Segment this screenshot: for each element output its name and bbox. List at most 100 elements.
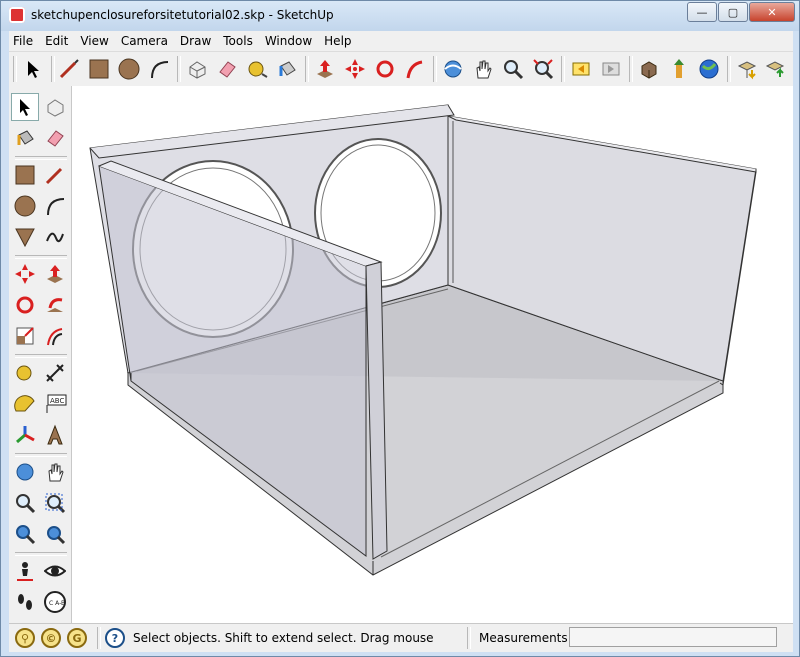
rotate-icon: [16, 296, 34, 314]
walk-tool-button[interactable]: [11, 588, 39, 616]
menu-tools[interactable]: Tools: [217, 34, 259, 48]
zoom-extents-icon: [47, 526, 66, 545]
pan-tool-button[interactable]: [41, 458, 69, 486]
arc-tool-button[interactable]: [145, 55, 173, 83]
look-around-button[interactable]: [41, 557, 69, 585]
make-component-button[interactable]: [183, 55, 211, 83]
offset-icon: [47, 328, 63, 346]
polygon-tool-button[interactable]: [11, 223, 39, 251]
paint-bucket-button[interactable]: [273, 55, 301, 83]
make-component-button[interactable]: [41, 93, 69, 121]
rectangle-tool-button[interactable]: [85, 55, 113, 83]
eraser-tool-button[interactable]: [41, 124, 69, 152]
previous-view-icon: [16, 525, 36, 545]
measurements-field[interactable]: [569, 627, 777, 647]
toolbar-separator: [15, 354, 67, 358]
scale-tool-button[interactable]: [11, 322, 39, 350]
close-button[interactable]: ✕: [749, 2, 795, 22]
orbit-tool-button[interactable]: [11, 458, 39, 486]
freehand-tool-button[interactable]: [41, 223, 69, 251]
sketchup-logo-icon: [9, 7, 25, 23]
toolbar-separator: [15, 255, 67, 259]
share-model-button[interactable]: [665, 55, 693, 83]
sign-in-icon[interactable]: G: [67, 628, 87, 648]
zoom-tool-button[interactable]: [11, 489, 39, 517]
get-models-button[interactable]: [635, 55, 663, 83]
toolbar-separator: [305, 56, 309, 82]
rectangle-tool-button[interactable]: [11, 161, 39, 189]
menu-help[interactable]: Help: [318, 34, 357, 48]
rotate-tool-button[interactable]: [371, 55, 399, 83]
protractor-tool-button[interactable]: [11, 390, 39, 418]
offset-tool-button[interactable]: [41, 322, 69, 350]
title-bar[interactable]: sketchupenclosureforsitetutorial02.skp -…: [1, 1, 799, 31]
circle-tool-button[interactable]: [115, 55, 143, 83]
menu-edit[interactable]: Edit: [39, 34, 74, 48]
circle-tool-button[interactable]: [11, 192, 39, 220]
paint-bucket-button[interactable]: [11, 124, 39, 152]
minimize-button[interactable]: —: [687, 2, 717, 22]
pan-tool-button[interactable]: [469, 55, 497, 83]
previous-view-icon: [572, 62, 590, 76]
tape-measure-icon: [248, 61, 268, 78]
status-separator: [97, 627, 101, 649]
push-pull-button[interactable]: [311, 55, 339, 83]
menu-camera[interactable]: Camera: [115, 34, 174, 48]
zoom-tool-button[interactable]: [499, 55, 527, 83]
push-pull-icon: [47, 265, 63, 283]
toolbar-separator: [15, 552, 67, 556]
zoom-extents-button[interactable]: [529, 55, 557, 83]
zoom-extents-button[interactable]: [41, 520, 69, 548]
position-camera-button[interactable]: [11, 557, 39, 585]
rotate-tool-button[interactable]: [11, 291, 39, 319]
menu-window[interactable]: Window: [259, 34, 318, 48]
line-tool-button[interactable]: [55, 55, 83, 83]
menu-view[interactable]: View: [74, 34, 114, 48]
follow-me-icon: [47, 298, 63, 312]
zoom-window-button[interactable]: [41, 489, 69, 517]
eraser-tool-button[interactable]: [213, 55, 241, 83]
application-window: sketchupenclosureforsitetutorial02.skp -…: [0, 0, 800, 657]
select-tool-button[interactable]: [19, 55, 47, 83]
dimension-tool-button[interactable]: [41, 359, 69, 387]
export-button[interactable]: [761, 55, 789, 83]
previous-view-button[interactable]: [11, 520, 39, 548]
menu-file[interactable]: File: [9, 34, 39, 48]
move-tool-button[interactable]: [11, 260, 39, 288]
next-view-button[interactable]: [597, 55, 625, 83]
maximize-button[interactable]: ▢: [718, 2, 748, 22]
zoom-extents-icon: [533, 59, 554, 80]
line-tool-button[interactable]: [41, 161, 69, 189]
make-component-icon: [47, 99, 64, 117]
arc-tool-button[interactable]: [41, 192, 69, 220]
previous-view-button[interactable]: [567, 55, 595, 83]
measurements-label: Measurements: [479, 631, 568, 645]
google-earth-button[interactable]: [695, 55, 723, 83]
text-tool-button[interactable]: ABC: [41, 390, 69, 418]
orbit-tool-button[interactable]: [439, 55, 467, 83]
arc-icon: [47, 198, 65, 216]
move-tool-button[interactable]: [341, 55, 369, 83]
move-icon: [15, 264, 35, 284]
section-plane-label: C A-B: [49, 600, 65, 607]
zoom-icon: [16, 494, 36, 514]
3d-text-tool-button[interactable]: [41, 421, 69, 449]
get-current-view-button[interactable]: [733, 55, 761, 83]
get-models-icon: [641, 61, 657, 79]
menu-draw[interactable]: Draw: [174, 34, 217, 48]
tape-measure-button[interactable]: [243, 55, 271, 83]
select-tool-button[interactable]: [11, 93, 39, 121]
enclosure-model[interactable]: [72, 86, 793, 623]
position-camera-icon: [17, 562, 33, 581]
drawing-viewport[interactable]: [72, 86, 793, 623]
tape-measure-button[interactable]: [11, 359, 39, 387]
follow-me-button[interactable]: [401, 55, 429, 83]
follow-me-button[interactable]: [41, 291, 69, 319]
help-icon[interactable]: ?: [105, 628, 125, 648]
credits-icon[interactable]: ©: [41, 628, 61, 648]
push-pull-button[interactable]: [41, 260, 69, 288]
geo-location-icon[interactable]: ⚲: [15, 628, 35, 648]
select-icon: [28, 61, 39, 78]
axes-tool-button[interactable]: [11, 421, 39, 449]
section-plane-button[interactable]: C A-B: [41, 588, 69, 616]
